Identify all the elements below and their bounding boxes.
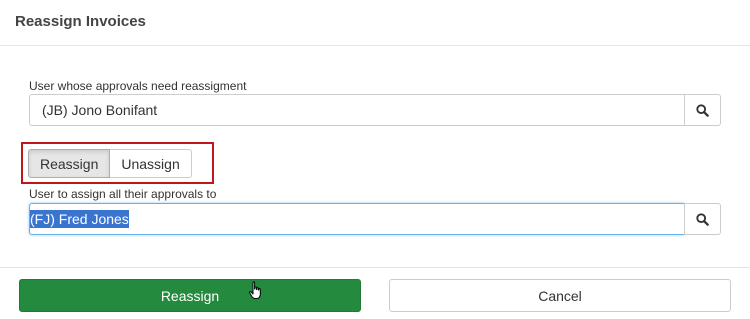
cancel-button[interactable]: Cancel [389, 279, 731, 312]
source-user-search-button[interactable] [684, 94, 721, 126]
modal-header: Reassign Invoices [0, 0, 750, 46]
hand-pointer-icon [249, 281, 261, 299]
target-user-input-group: (FJ) Fred Jones [29, 203, 721, 235]
target-user-input[interactable]: (FJ) Fred Jones [29, 203, 684, 235]
target-user-value: (FJ) Fred Jones [30, 210, 129, 228]
search-icon [696, 212, 709, 226]
modal-title: Reassign Invoices [15, 13, 146, 30]
reassign-button[interactable]: Reassign [19, 279, 361, 312]
source-user-label: User whose approvals need reassigment [29, 79, 247, 93]
footer-divider [0, 267, 750, 268]
reassign-toggle-button[interactable]: Reassign [28, 149, 111, 178]
unassign-toggle-button[interactable]: Unassign [110, 149, 192, 178]
target-user-search-button[interactable] [684, 203, 721, 235]
target-user-label: User to assign all their approvals to [29, 187, 217, 201]
source-user-input-group: (JB) Jono Bonifant [29, 94, 721, 126]
mode-toggle: Reassign Unassign [28, 149, 192, 178]
source-user-input[interactable]: (JB) Jono Bonifant [29, 94, 684, 126]
source-user-value: (JB) Jono Bonifant [42, 102, 158, 118]
search-icon [696, 103, 709, 117]
